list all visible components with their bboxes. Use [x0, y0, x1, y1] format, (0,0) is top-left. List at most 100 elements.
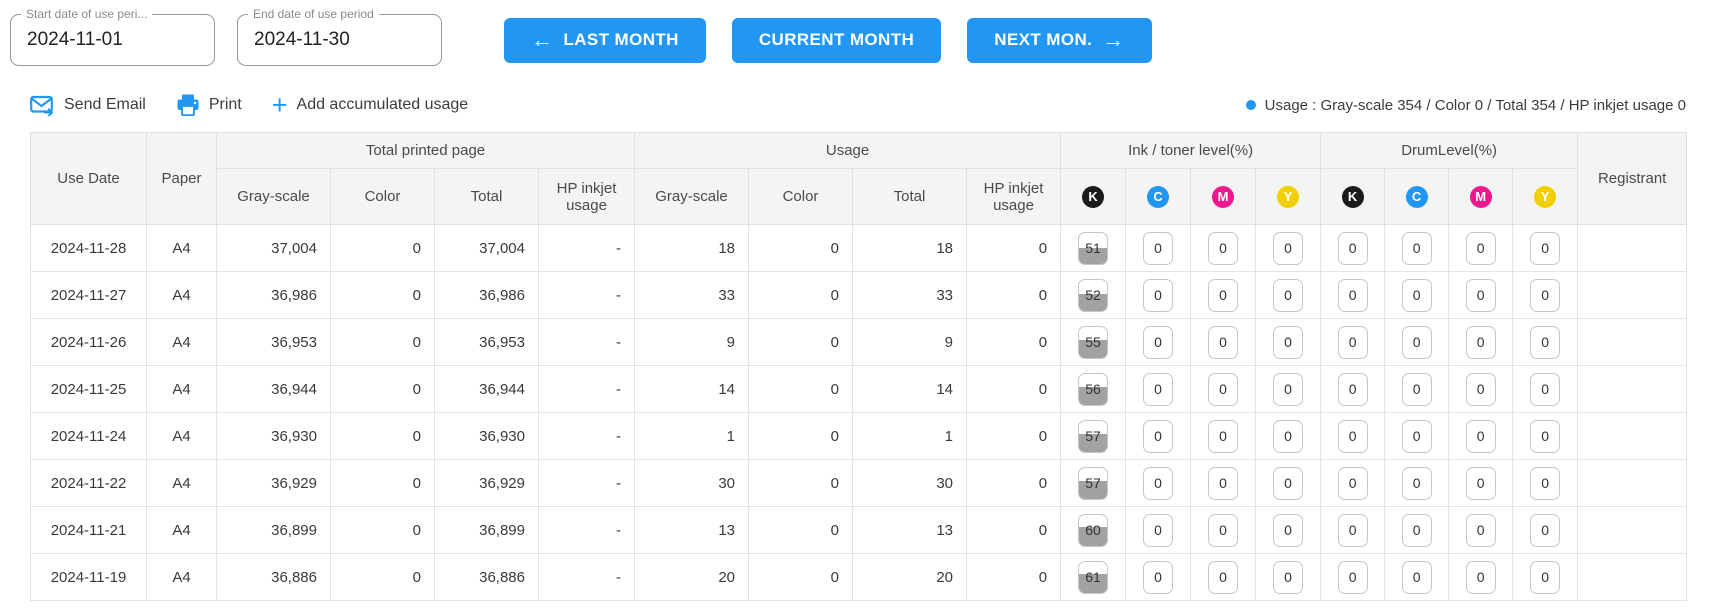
ink-level-chip-y-cell: 0: [1256, 413, 1321, 460]
cell-usage-hp-inkjet: 0: [967, 460, 1061, 507]
cell-registrant: [1578, 413, 1687, 460]
next-month-button[interactable]: NEXT MON. →: [967, 18, 1151, 63]
ink-level-chip-m: 0: [1208, 232, 1238, 265]
header-ink-c: C: [1126, 169, 1191, 225]
drum-level-chip-y-cell: 0: [1513, 460, 1578, 507]
print-button[interactable]: Print: [176, 94, 242, 116]
cell-usage-total: 18: [853, 225, 967, 272]
drum-level-chip-y: 0: [1530, 561, 1560, 594]
end-date-value: 2024-11-30: [254, 29, 350, 51]
cell-use-date: 2024-11-21: [31, 507, 147, 554]
header-ink-toner-level: Ink / toner level(%): [1061, 133, 1321, 169]
drum-level-chip-c: 0: [1402, 232, 1432, 265]
ink-level-chip-k-cell: 55: [1061, 319, 1126, 366]
drum-level-chip-y: 0: [1530, 232, 1560, 265]
drum-level-chip-c: 0: [1402, 420, 1432, 453]
current-month-button[interactable]: CURRENT MONTH: [732, 18, 941, 63]
drum-level-chip-y-cell: 0: [1513, 554, 1578, 601]
header-drum-c: C: [1385, 169, 1449, 225]
send-email-label: Send Email: [64, 96, 146, 114]
cell-printed-gray: 36,953: [217, 319, 331, 366]
header-usage-color: Color: [749, 169, 853, 225]
drum-level-chip-y-cell: 0: [1513, 225, 1578, 272]
ink-level-chip-k: 60: [1078, 514, 1108, 547]
cell-usage-hp-inkjet: 0: [967, 554, 1061, 601]
ink-level-chip-k: 57: [1078, 467, 1108, 500]
end-date-field[interactable]: End date of use period 2024-11-30: [237, 14, 442, 66]
last-month-button[interactable]: ← LAST MONTH: [504, 18, 706, 63]
drum-level-chip-y: 0: [1530, 326, 1560, 359]
current-month-label: CURRENT MONTH: [759, 30, 914, 50]
drum-level-chip-c: 0: [1402, 561, 1432, 594]
cell-printed-color: 0: [331, 225, 435, 272]
header-usage-total: Total: [853, 169, 967, 225]
ink-level-chip-c: 0: [1143, 326, 1173, 359]
ink-level-chip-y-cell: 0: [1256, 319, 1321, 366]
send-email-button[interactable]: Send Email: [30, 95, 146, 116]
ink-level-chip-m: 0: [1208, 420, 1238, 453]
cell-printed-total: 36,953: [435, 319, 539, 366]
add-accumulated-usage-button[interactable]: + Add accumulated usage: [272, 92, 468, 119]
ink-level-chip-y: 0: [1273, 279, 1303, 312]
cell-usage-total: 9: [853, 319, 967, 366]
drum-level-chip-c: 0: [1402, 467, 1432, 500]
toner-y-icon: Y: [1277, 186, 1299, 208]
ink-level-chip-k: 56: [1078, 373, 1108, 406]
drum-level-chip-c-cell: 0: [1385, 319, 1449, 366]
table-header: Use Date Paper Total printed page Usage …: [31, 133, 1687, 225]
ink-level-chip-y: 0: [1273, 373, 1303, 406]
ink-level-chip-k-cell: 56: [1061, 366, 1126, 413]
cell-registrant: [1578, 554, 1687, 601]
cell-printed-total: 37,004: [435, 225, 539, 272]
drum-level-chip-m: 0: [1466, 514, 1496, 547]
drum-level-chip-m-cell: 0: [1449, 319, 1513, 366]
send-email-icon: [30, 95, 55, 116]
ink-level-chip-y: 0: [1273, 467, 1303, 500]
drum-y-icon: Y: [1534, 186, 1556, 208]
cell-usage-gray: 1: [635, 413, 749, 460]
drum-level-chip-k: 0: [1338, 279, 1368, 312]
header-usage-gray: Gray-scale: [635, 169, 749, 225]
printer-icon: [176, 94, 200, 116]
drum-level-chip-k-cell: 0: [1321, 366, 1385, 413]
cell-printed-hp-inkjet: -: [539, 413, 635, 460]
date-range-controls: Start date of use peri... 2024-11-01 End…: [0, 0, 1710, 66]
ink-level-chip-m: 0: [1208, 373, 1238, 406]
drum-level-chip-k: 0: [1338, 467, 1368, 500]
cell-usage-total: 1: [853, 413, 967, 460]
ink-level-chip-y-cell: 0: [1256, 272, 1321, 319]
cell-usage-color: 0: [749, 507, 853, 554]
cell-registrant: [1578, 507, 1687, 554]
ink-level-chip-k-cell: 52: [1061, 272, 1126, 319]
cell-printed-total: 36,929: [435, 460, 539, 507]
ink-level-chip-k: 51: [1078, 232, 1108, 265]
cell-usage-gray: 33: [635, 272, 749, 319]
cell-registrant: [1578, 319, 1687, 366]
start-date-value: 2024-11-01: [27, 29, 123, 51]
cell-printed-color: 0: [331, 366, 435, 413]
ink-level-chip-m-cell: 0: [1191, 225, 1256, 272]
ink-level-chip-c: 0: [1143, 514, 1173, 547]
ink-level-chip-c-cell: 0: [1126, 413, 1191, 460]
drum-level-chip-m: 0: [1466, 420, 1496, 453]
last-month-label: LAST MONTH: [563, 30, 678, 50]
cell-printed-hp-inkjet: -: [539, 507, 635, 554]
cell-printed-gray: 36,944: [217, 366, 331, 413]
cell-use-date: 2024-11-27: [31, 272, 147, 319]
cell-printed-hp-inkjet: -: [539, 366, 635, 413]
drum-level-chip-m: 0: [1466, 326, 1496, 359]
cell-usage-color: 0: [749, 225, 853, 272]
start-date-field[interactable]: Start date of use peri... 2024-11-01: [10, 14, 215, 66]
table-row: 2024-11-28A437,004037,004-18018051000000…: [31, 225, 1687, 272]
arrow-left-icon: ←: [531, 29, 553, 51]
drum-c-icon: C: [1406, 186, 1428, 208]
drum-level-chip-k-cell: 0: [1321, 319, 1385, 366]
ink-level-chip-y: 0: [1273, 561, 1303, 594]
drum-level-chip-m-cell: 0: [1449, 460, 1513, 507]
drum-level-chip-m-cell: 0: [1449, 225, 1513, 272]
next-month-label: NEXT MON.: [994, 30, 1092, 50]
ink-level-chip-y-cell: 0: [1256, 366, 1321, 413]
cell-printed-color: 0: [331, 272, 435, 319]
drum-level-chip-m-cell: 0: [1449, 507, 1513, 554]
cell-usage-hp-inkjet: 0: [967, 413, 1061, 460]
